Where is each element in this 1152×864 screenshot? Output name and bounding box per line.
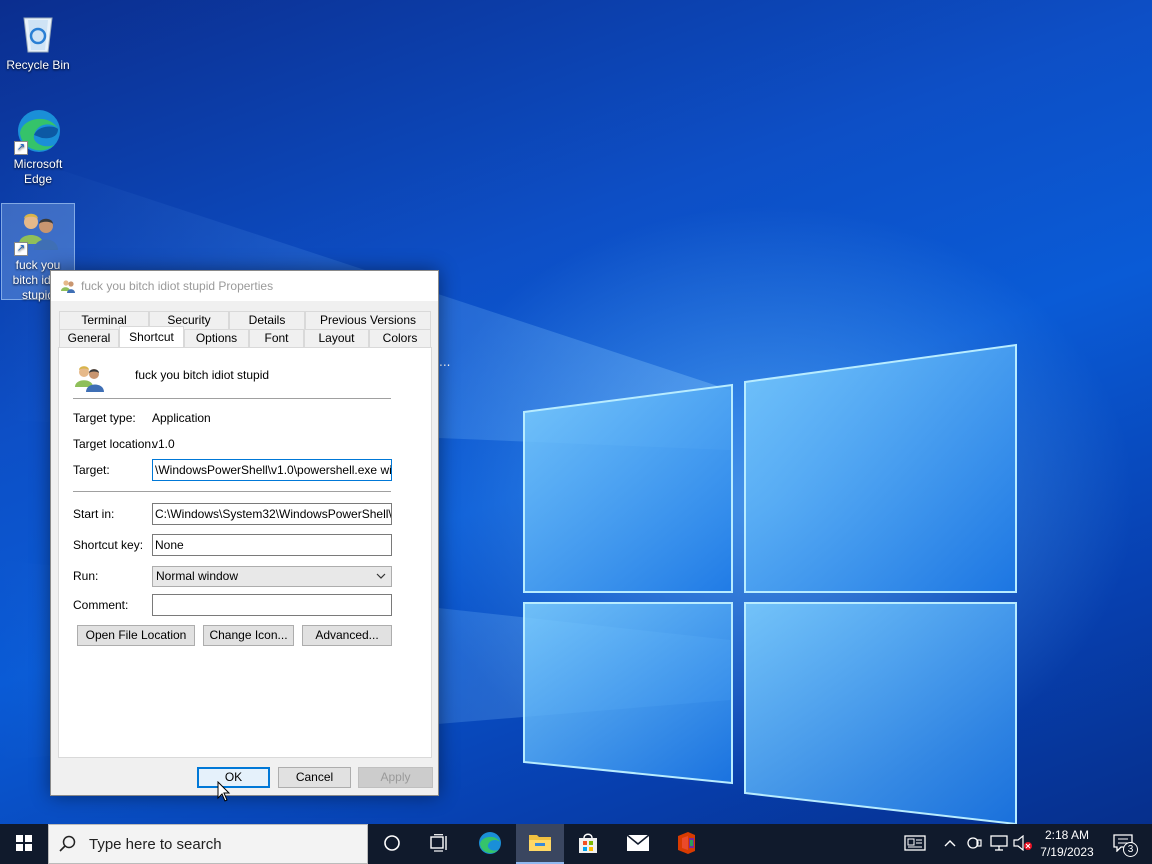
start-in-label: Start in: [73,507,115,521]
tab-row-upper: Terminal Security Details Previous Versi… [59,311,431,329]
divider [73,491,391,492]
comment-label: Comment: [73,598,129,612]
target-location-label: Target location: [73,437,155,451]
target-type-label: Target type: [73,411,136,425]
users-icon: ↗ [14,208,62,256]
desktop-icon-edge[interactable]: ↗ Microsoft Edge [1,103,75,187]
taskbar-search-box[interactable]: Type here to search [48,824,368,864]
store-icon [577,832,599,857]
dialog-titlebar[interactable]: fuck you bitch idiot stupid Properties [51,271,438,301]
desktop-icon-label: Microsoft Edge [13,157,63,186]
chevron-up-icon [944,838,956,850]
recycle-bin-icon [14,8,62,56]
edge-icon: ↗ [14,107,62,155]
shortcut-arrow-icon: ↗ [14,141,28,155]
target-field[interactable]: \WindowsPowerShell\v1.0\powershell.exe w… [152,459,392,481]
taskbar-store[interactable] [564,824,612,864]
taskbar-file-explorer[interactable] [516,824,564,864]
task-view-button[interactable] [416,824,464,864]
tab-details[interactable]: Details [229,311,305,329]
ok-button[interactable]: OK [197,767,270,788]
taskbar-clock[interactable]: 2:18 AM 7/19/2023 [1034,827,1100,861]
target-location-value: v1.0 [152,437,175,451]
desktop-stray-text: ... [439,355,451,369]
tab-row-lower: General Shortcut Options Font Layout Col… [59,326,431,347]
notification-center-button[interactable]: 3 [1104,824,1144,864]
tab-previous-versions[interactable]: Previous Versions [305,311,431,329]
notification-count-badge: 3 [1123,842,1138,857]
desktop-icon-recycle-bin[interactable]: Recycle Bin [1,4,75,73]
volume-button[interactable] [1012,824,1034,864]
desktop-icon-label: Recycle Bin [6,58,70,72]
change-icon-button[interactable]: Change Icon... [203,625,294,646]
advanced-button[interactable]: Advanced... [302,625,392,646]
clock-date: 7/19/2023 [1040,845,1094,859]
target-label: Target: [73,463,110,477]
tab-layout[interactable]: Layout [304,329,369,347]
mail-icon [626,833,650,855]
taskbar-mail[interactable] [614,824,662,864]
properties-dialog: fuck you bitch idiot stupid Properties T… [50,270,439,796]
divider [73,398,391,399]
open-file-location-button[interactable]: Open File Location [77,625,195,646]
shortcut-arrow-icon: ↗ [14,242,28,256]
tab-shortcut[interactable]: Shortcut [119,326,184,347]
tab-colors[interactable]: Colors [369,329,431,347]
mouse-cursor-icon [217,780,231,806]
shortcut-key-field[interactable]: None [152,534,392,556]
tab-font[interactable]: Font [249,329,304,347]
file-explorer-icon [528,831,552,856]
taskbar-edge[interactable] [466,824,514,864]
cancel-button[interactable]: Cancel [278,767,351,788]
show-hidden-icons-button[interactable] [940,824,960,864]
users-icon [60,278,76,294]
task-view-icon [430,833,450,855]
target-type-value: Application [152,411,211,425]
dialog-title: fuck you bitch idiot stupid Properties [81,279,274,293]
meet-now-icon [966,835,982,854]
edge-icon [478,831,502,858]
clock-time: 2:18 AM [1044,828,1090,842]
run-select-value: Normal window [156,569,239,583]
tab-general[interactable]: General [59,329,119,347]
news-widget[interactable] [900,824,930,864]
comment-field[interactable] [152,594,392,616]
start-icon [16,834,32,854]
taskbar-office[interactable] [662,824,710,864]
run-select[interactable]: Normal window [152,566,392,587]
start-in-field[interactable]: C:\Windows\System32\WindowsPowerShell\v1… [152,503,392,525]
news-icon [904,834,926,854]
shortcut-tab-page: fuck you bitch idiot stupid Target type:… [58,347,432,758]
taskbar: Type here to search 2:18 AM 7/19/2023 3 [0,824,1152,864]
network-button[interactable] [988,824,1010,864]
cortana-icon [383,834,401,855]
office-icon [674,831,698,858]
network-icon [990,834,1008,854]
start-button[interactable] [0,824,48,864]
run-label: Run: [73,569,99,583]
tab-options[interactable]: Options [184,329,249,347]
chevron-down-icon [376,567,386,593]
volume-muted-icon [1013,834,1033,854]
shortcut-key-label: Shortcut key: [73,538,144,552]
search-placeholder: Type here to search [89,836,222,853]
notification-icon: 3 [1113,834,1138,857]
meet-now-button[interactable] [964,824,984,864]
cortana-button[interactable] [368,824,416,864]
apply-button: Apply [358,767,433,788]
shortcut-name: fuck you bitch idiot stupid [135,368,270,382]
search-icon [59,835,77,856]
users-icon [73,362,105,394]
